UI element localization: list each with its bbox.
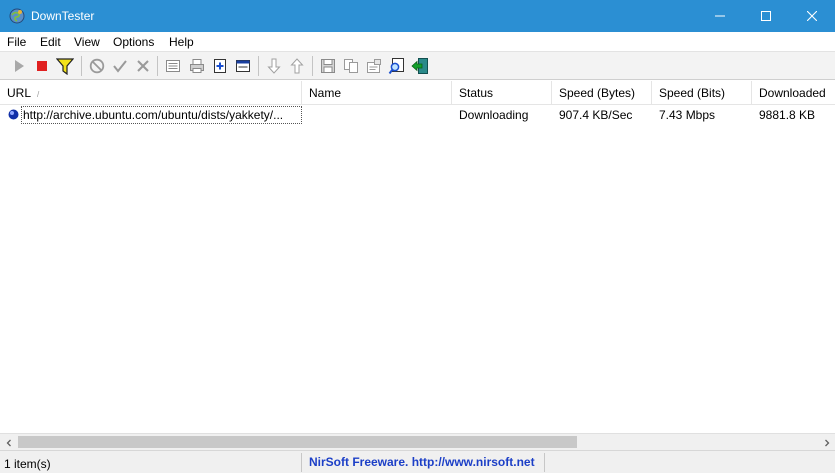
scrollbar-thumb[interactable]	[18, 436, 577, 448]
menu-help[interactable]: Help	[169, 35, 194, 49]
column-speed-bytes[interactable]: Speed (Bytes)	[552, 81, 652, 105]
status-divider	[544, 453, 545, 472]
properties-icon	[367, 59, 381, 73]
column-speed-bits-label: Speed (Bits)	[659, 86, 726, 100]
find-icon	[388, 58, 404, 75]
move-down-icon	[267, 58, 281, 74]
toolbar-separator	[258, 56, 259, 76]
start-button[interactable]	[9, 56, 29, 76]
column-downloaded-label: Downloaded	[759, 86, 826, 100]
toolbar	[0, 52, 835, 80]
check-icon	[113, 60, 127, 73]
print-icon	[190, 59, 204, 73]
cell-status: Downloading	[459, 108, 529, 122]
save-button[interactable]	[318, 56, 338, 76]
chevron-right-icon	[824, 439, 829, 446]
move-up-icon	[290, 58, 304, 74]
cell-url: http://archive.ubuntu.com/ubuntu/dists/y…	[23, 108, 284, 122]
column-name-label: Name	[309, 86, 342, 100]
copy-icon	[344, 59, 358, 73]
scroll-right-button[interactable]	[818, 434, 835, 451]
cell-speed-bytes: 907.4 KB/Sec	[559, 108, 633, 122]
minimize-button[interactable]	[697, 0, 743, 32]
toolbar-separator	[81, 56, 82, 76]
find-button[interactable]	[387, 56, 407, 76]
add-url-icon	[214, 59, 226, 73]
remove-button[interactable]	[133, 56, 153, 76]
filter-icon	[56, 58, 74, 75]
scroll-left-button[interactable]	[0, 434, 17, 451]
print-button[interactable]	[187, 56, 207, 76]
cell-name	[309, 106, 449, 124]
toolbar-separator	[157, 56, 158, 76]
item-count: 1 item(s)	[4, 457, 51, 471]
exit-icon	[411, 58, 428, 74]
title-bar[interactable]: DownTester	[0, 0, 835, 32]
list-button[interactable]	[163, 56, 183, 76]
save-icon	[321, 59, 335, 73]
menu-edit[interactable]: Edit	[40, 35, 61, 49]
window-icon	[236, 60, 250, 72]
maximize-icon	[761, 11, 771, 21]
close-button[interactable]	[789, 0, 835, 32]
menu-bar: File Edit View Options Help	[0, 32, 835, 52]
move-up-button[interactable]	[287, 56, 307, 76]
chevron-left-icon	[6, 439, 11, 446]
column-speed-bits[interactable]: Speed (Bits)	[652, 81, 752, 105]
menu-options[interactable]: Options	[113, 35, 154, 49]
horizontal-scrollbar[interactable]	[0, 433, 835, 450]
globe-icon	[8, 109, 19, 120]
column-status-label: Status	[459, 86, 494, 100]
stop-icon	[37, 61, 47, 71]
column-downloaded[interactable]: Downloaded	[752, 81, 835, 105]
start-icon	[15, 60, 24, 72]
table-row[interactable]: http://archive.ubuntu.com/ubuntu/dists/y…	[0, 106, 835, 124]
cell-speed-bits: 7.43 Mbps	[659, 108, 716, 122]
downloads-list[interactable]: URL / Name Status Speed (Bytes) Speed (Bi…	[0, 81, 835, 433]
status-bar: 1 item(s) NirSoft Freeware. http://www.n…	[0, 450, 835, 473]
exit-button[interactable]	[410, 56, 430, 76]
toolbar-separator	[312, 56, 313, 76]
nirsoft-link[interactable]: NirSoft Freeware. http://www.nirsoft.net	[309, 455, 535, 469]
stop-button[interactable]	[32, 56, 52, 76]
maximize-button[interactable]	[743, 0, 789, 32]
copy-button[interactable]	[341, 56, 361, 76]
cell-downloaded: 9881.8 KB	[759, 108, 816, 122]
sort-ascending-icon: /	[37, 90, 40, 99]
list-icon	[166, 60, 180, 72]
cancel-icon	[89, 58, 105, 74]
column-name[interactable]: Name	[302, 81, 452, 105]
close-icon	[807, 11, 817, 21]
app-icon	[9, 8, 25, 24]
remove-icon	[137, 60, 149, 72]
list-header: URL / Name Status Speed (Bytes) Speed (Bi…	[0, 81, 835, 105]
cancel-button[interactable]	[87, 56, 107, 76]
column-url[interactable]: URL /	[0, 81, 302, 105]
add-url-button[interactable]	[210, 56, 230, 76]
properties-button[interactable]	[364, 56, 384, 76]
window-title: DownTester	[31, 9, 95, 23]
column-speed-bytes-label: Speed (Bytes)	[559, 86, 636, 100]
column-url-label: URL	[7, 86, 32, 100]
window-button[interactable]	[233, 56, 253, 76]
column-status[interactable]: Status	[452, 81, 552, 105]
menu-file[interactable]: File	[7, 35, 26, 49]
menu-view[interactable]: View	[74, 35, 100, 49]
move-down-button[interactable]	[264, 56, 284, 76]
filter-button[interactable]	[55, 56, 75, 76]
check-button[interactable]	[110, 56, 130, 76]
minimize-icon	[715, 15, 725, 17]
status-divider	[301, 453, 302, 472]
